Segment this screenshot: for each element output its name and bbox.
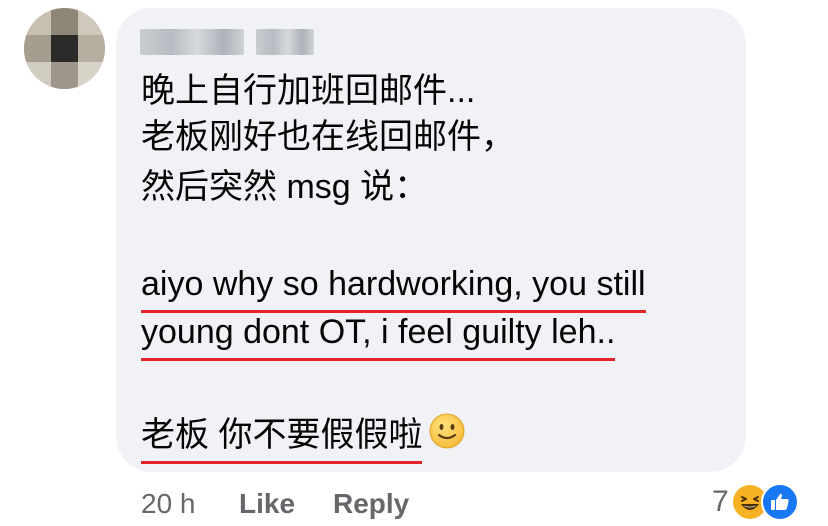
reply-button[interactable]: Reply [333,484,409,524]
quoted-message-underlined: aiyo why so hardworking, you still [141,264,646,313]
quoted-message-line: young dont OT, i feel guilty leh.. [141,312,616,361]
quoted-message-line: aiyo why so hardworking, you still [141,264,646,313]
comment-line: 然后突然 msg 说： [141,168,429,206]
like-button[interactable]: Like [239,484,295,524]
like-reaction-icon [760,483,799,521]
closing-text-underlined: 老板 你不要假假啦 [141,415,423,464]
quoted-message-underlined: young dont OT, i feel guilty leh.. [141,312,616,361]
comment-line: 晚上自行加班回邮件... [141,72,476,110]
commenter-avatar[interactable] [24,8,105,89]
reaction-count: 7 [712,485,729,518]
comment-line: 老板刚好也在线回邮件， [141,118,515,156]
reaction-summary[interactable]: 7 [712,482,799,522]
closing-line: 老板 你不要假假啦 [141,412,466,464]
comment-timestamp[interactable]: 20 h [141,484,196,524]
slightly-smiling-face-emoji [428,412,466,459]
commenter-name-redacted[interactable] [140,29,314,55]
